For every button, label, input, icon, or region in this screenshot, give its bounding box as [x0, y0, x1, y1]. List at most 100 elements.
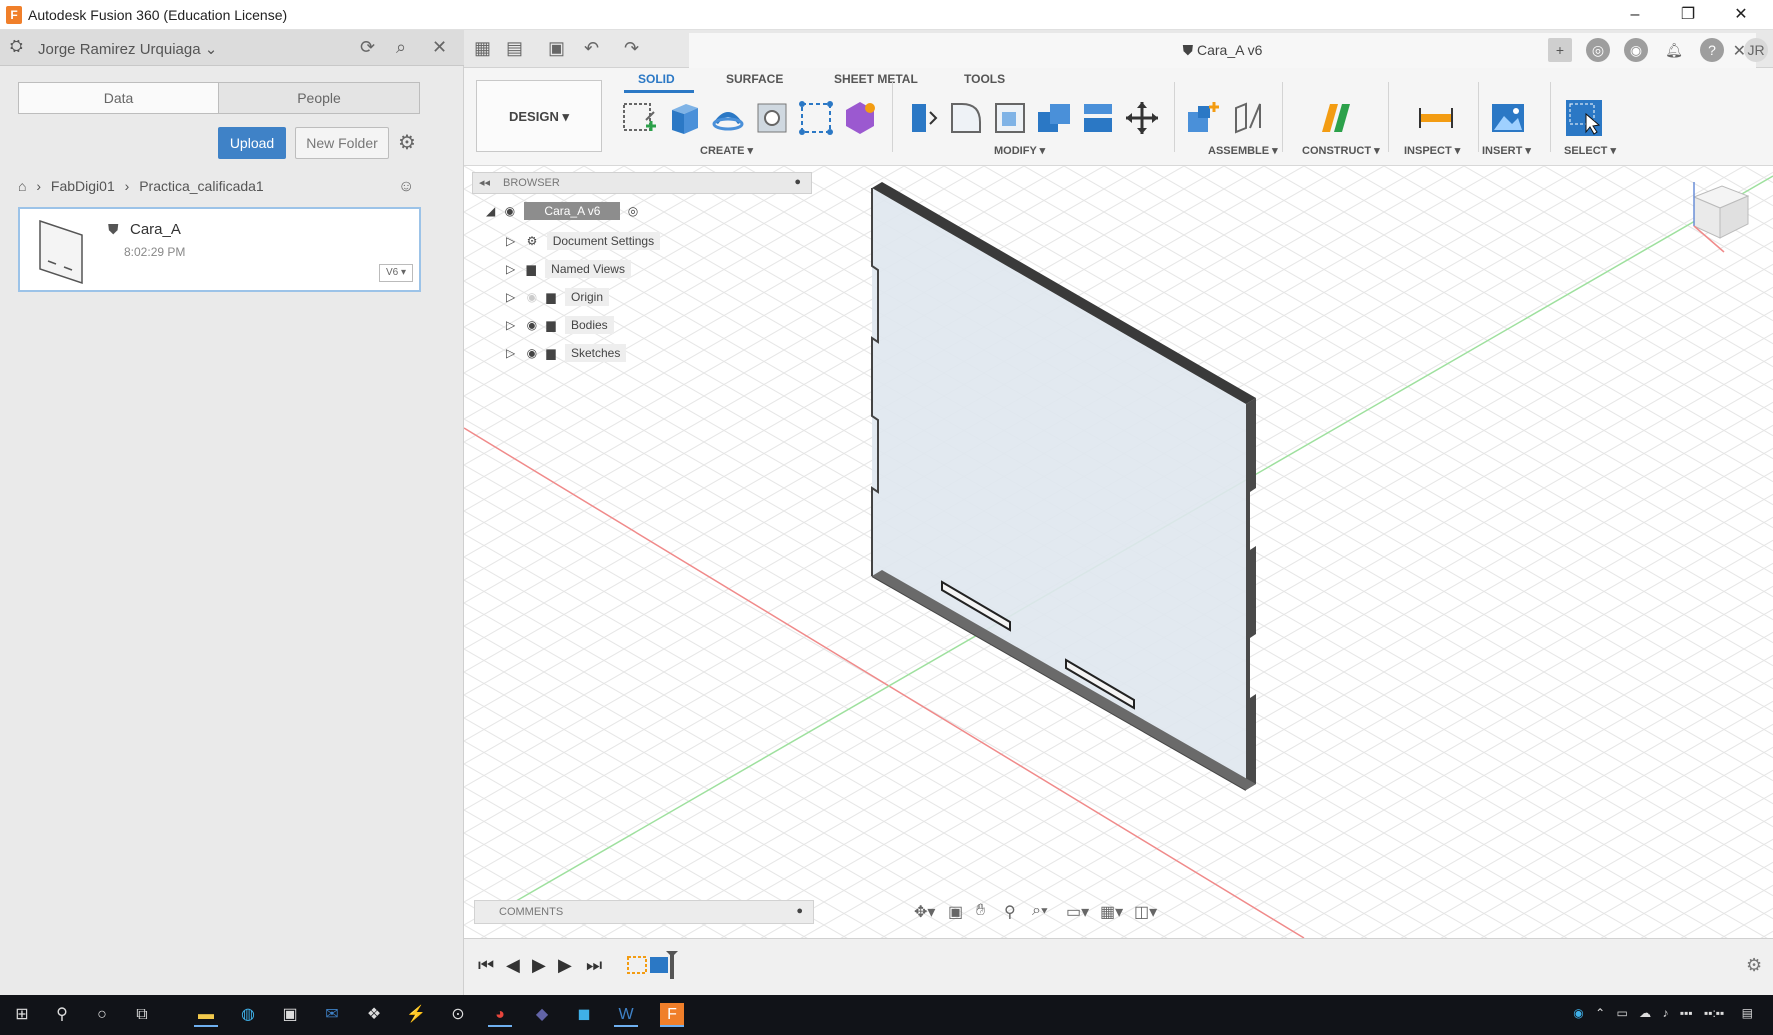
- teams-icon[interactable]: ◆: [530, 1003, 554, 1027]
- tab-sheet-metal[interactable]: SHEET METAL: [834, 72, 918, 86]
- expand-arrow-icon[interactable]: ▷: [506, 262, 515, 276]
- pan-hand-icon[interactable]: ✋︎: [976, 902, 985, 920]
- tab-people[interactable]: People: [219, 83, 419, 113]
- save-icon[interactable]: ▣: [548, 38, 565, 59]
- file-card[interactable]: ⛊ Cara_A 8:02:29 PM V6 ▾: [18, 207, 421, 292]
- look-at-icon[interactable]: ▣: [948, 902, 963, 922]
- group-insert[interactable]: INSERT ▾: [1482, 144, 1531, 157]
- file-explorer-icon[interactable]: ▬: [194, 1003, 218, 1027]
- revolve-icon[interactable]: [708, 98, 748, 138]
- browser-item-named-views[interactable]: ▷ ▆ Named Views: [506, 260, 631, 286]
- refresh-icon[interactable]: ⟳: [360, 37, 375, 58]
- create-sketch-icon[interactable]: [620, 98, 660, 138]
- store-icon[interactable]: ▣: [278, 1003, 302, 1027]
- group-modify[interactable]: MODIFY ▾: [994, 144, 1045, 157]
- group-inspect[interactable]: INSPECT ▾: [1404, 144, 1460, 157]
- new-folder-button[interactable]: New Folder: [295, 127, 389, 159]
- gear-icon[interactable]: ⚙: [398, 130, 416, 155]
- search-icon[interactable]: ⚲: [50, 1003, 74, 1027]
- close-panel-icon[interactable]: ✕: [432, 37, 447, 58]
- chrome-icon[interactable]: ◕: [488, 1003, 512, 1027]
- move-icon[interactable]: [1122, 98, 1162, 138]
- pin-icon[interactable]: ●: [794, 176, 801, 188]
- root-component-label[interactable]: Cara_A v6: [524, 202, 621, 220]
- edge-icon[interactable]: ◍: [236, 1003, 260, 1027]
- restore-button[interactable]: ❐: [1666, 3, 1710, 27]
- group-assemble[interactable]: ASSEMBLE ▾: [1208, 144, 1278, 157]
- viewcube[interactable]: [1664, 172, 1764, 272]
- notifications-icon[interactable]: 🔔︎: [1662, 38, 1686, 62]
- go-to-end-icon[interactable]: ⏭: [586, 955, 602, 976]
- 3d-viewport[interactable]: ◂◂ BROWSER ● ◢ ◉ Cara_A v6 ◎ ▷ ⚙ Documen…: [464, 166, 1773, 938]
- breadcrumb-folder[interactable]: Practica_calificada1: [139, 178, 264, 194]
- word-icon[interactable]: W: [614, 1003, 638, 1027]
- cortana-icon[interactable]: ○: [90, 1003, 114, 1027]
- select-icon[interactable]: [1564, 98, 1604, 138]
- offset-plane-icon[interactable]: [1316, 98, 1356, 138]
- app-icon[interactable]: ⚡: [404, 1003, 428, 1027]
- combine-icon[interactable]: [1034, 98, 1074, 138]
- expand-arrow-icon[interactable]: ▷: [506, 318, 515, 332]
- viewports-icon[interactable]: ◫▾: [1134, 902, 1157, 922]
- show-hidden-icons[interactable]: ⌃: [1595, 1006, 1605, 1020]
- timeline-settings-icon[interactable]: ⚙: [1746, 955, 1762, 976]
- insert-image-icon[interactable]: [1488, 98, 1528, 138]
- joint-icon[interactable]: [1228, 98, 1268, 138]
- zoom-window-icon[interactable]: ⌕▾: [1032, 902, 1048, 920]
- profile-avatar[interactable]: JR: [1744, 38, 1768, 62]
- user-name-dropdown[interactable]: Jorge Ramirez Urquiaga ⌄: [38, 40, 217, 58]
- new-tab-icon[interactable]: +: [1548, 38, 1572, 62]
- breadcrumb-project[interactable]: FabDigi01: [51, 178, 115, 194]
- language-indicator[interactable]: ▪▪▪: [1680, 1006, 1693, 1020]
- collapse-icon[interactable]: ◂◂: [479, 176, 490, 189]
- search-icon[interactable]: ⌕: [396, 37, 406, 58]
- browser-item-origin[interactable]: ▷ ◉ ▆ Origin: [506, 288, 609, 314]
- new-component-icon[interactable]: [1184, 98, 1224, 138]
- app-icon[interactable]: ⊙: [446, 1003, 470, 1027]
- mail-icon[interactable]: ✉: [320, 1003, 344, 1027]
- extrude-icon[interactable]: [664, 98, 704, 138]
- close-button[interactable]: ✕: [1719, 3, 1763, 27]
- clock[interactable]: ▪▪:▪▪: [1704, 1006, 1724, 1020]
- tab-surface[interactable]: SURFACE: [726, 72, 783, 86]
- step-forward-icon[interactable]: ▶: [558, 955, 572, 976]
- browser-item-document-settings[interactable]: ▷ ⚙ Document Settings: [506, 232, 661, 258]
- measure-icon[interactable]: [1416, 98, 1456, 138]
- eye-icon[interactable]: ◉: [527, 318, 537, 332]
- upload-button[interactable]: Upload: [218, 127, 286, 159]
- expand-arrow-icon[interactable]: ▷: [506, 234, 515, 248]
- help-tray-icon[interactable]: ◉: [1573, 1006, 1583, 1020]
- go-to-start-icon[interactable]: ⏮: [478, 955, 494, 976]
- windows-start-icon[interactable]: ⊞: [10, 1003, 34, 1027]
- app-icon[interactable]: ◼: [572, 1003, 596, 1027]
- group-create[interactable]: CREATE ▾: [700, 144, 753, 157]
- orbit-icon[interactable]: ✥▾: [914, 902, 935, 922]
- browser-item-sketches[interactable]: ▷ ◉ ▆ Sketches: [506, 344, 627, 370]
- collapse-triangle-icon[interactable]: ◢: [486, 204, 495, 218]
- pin-icon[interactable]: ●: [796, 905, 803, 917]
- volume-icon[interactable]: ♪: [1663, 1006, 1669, 1020]
- eye-icon[interactable]: ◉: [505, 204, 515, 218]
- hole-icon[interactable]: [752, 98, 792, 138]
- minimize-button[interactable]: –: [1613, 3, 1657, 27]
- job-status-icon[interactable]: ◉: [1624, 38, 1648, 62]
- extensions-icon[interactable]: ◎: [1586, 38, 1610, 62]
- display-settings-icon[interactable]: ▭▾: [1066, 902, 1089, 922]
- home-icon[interactable]: ⌂: [18, 178, 26, 194]
- split-body-icon[interactable]: [1078, 98, 1118, 138]
- task-view-icon[interactable]: ⧉: [130, 1003, 154, 1027]
- fusion-360-taskbar-icon[interactable]: F: [660, 1003, 684, 1027]
- step-back-icon[interactable]: ◀: [506, 955, 520, 976]
- tab-data[interactable]: Data: [19, 83, 219, 113]
- fillet-icon[interactable]: [946, 98, 986, 138]
- expand-arrow-icon[interactable]: ▷: [506, 290, 515, 304]
- people-icon[interactable]: ☺: [398, 178, 414, 196]
- shell-icon[interactable]: [990, 98, 1030, 138]
- redo-icon[interactable]: ↷: [624, 38, 639, 59]
- zoom-icon[interactable]: ⚲: [1004, 902, 1016, 922]
- tab-tools[interactable]: TOOLS: [964, 72, 1005, 86]
- expand-arrow-icon[interactable]: ▷: [506, 346, 515, 360]
- press-pull-icon[interactable]: [902, 98, 942, 138]
- file-menu-icon[interactable]: ▤: [506, 38, 523, 59]
- eye-icon[interactable]: ◉: [527, 346, 537, 360]
